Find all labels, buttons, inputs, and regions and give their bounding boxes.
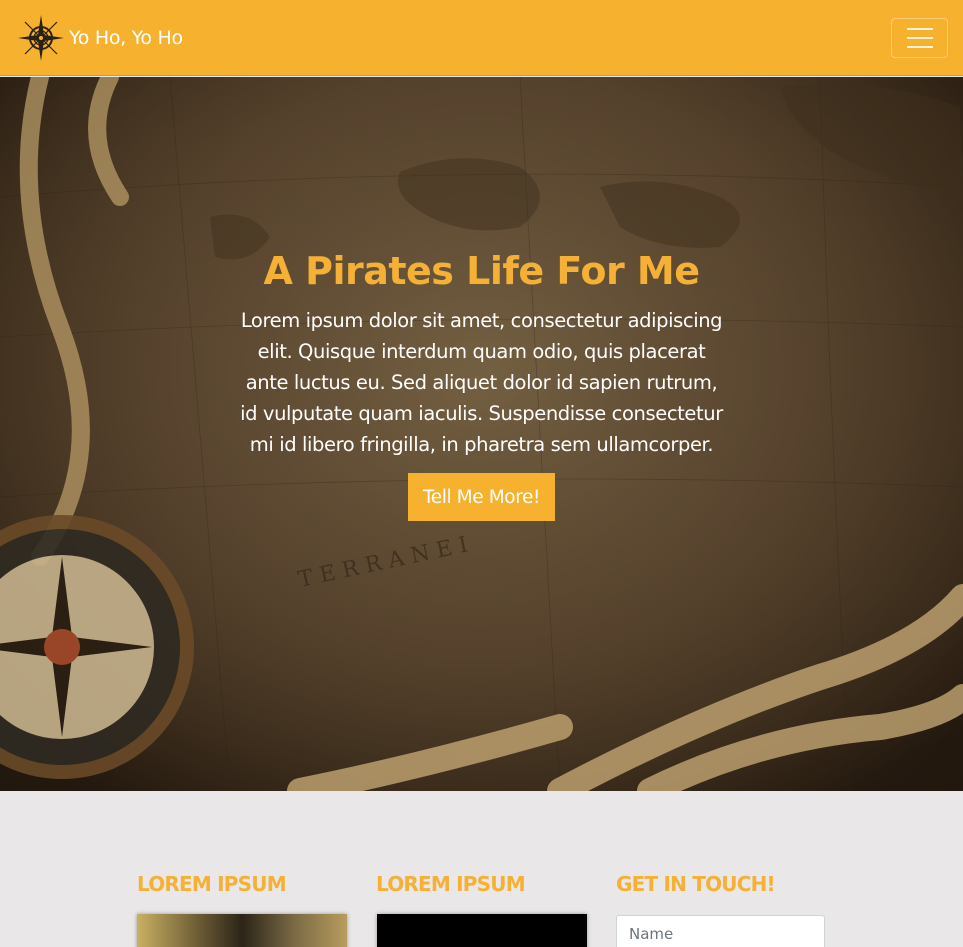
navbar: Yo Ho, Yo Ho xyxy=(0,0,963,76)
content-section: LOREM IPSUM LOREM IPSUM GET IN TOUCH! xyxy=(0,791,963,947)
brand-text: Yo Ho, Yo Ho xyxy=(69,27,183,49)
hero-title: A Pirates Life For Me xyxy=(263,249,700,293)
column-1-heading: LOREM IPSUM xyxy=(137,872,287,896)
compass-rose-icon xyxy=(18,15,64,61)
brand-link[interactable]: Yo Ho, Yo Ho xyxy=(15,12,183,64)
hero-description: Lorem ipsum dolor sit amet, consectetur … xyxy=(240,309,723,456)
tell-me-more-button[interactable]: Tell Me More! xyxy=(408,473,555,521)
hero-section: T E R R A N E I A Pirates Life For Me Lo… xyxy=(0,77,963,791)
navbar-toggler-button[interactable] xyxy=(891,18,948,58)
name-input[interactable] xyxy=(616,915,825,947)
hamburger-menu-icon xyxy=(906,28,933,48)
column-2-heading: LOREM IPSUM xyxy=(376,872,526,896)
column-2-video[interactable] xyxy=(377,914,587,947)
column-1-image xyxy=(137,914,347,947)
contact-heading: GET IN TOUCH! xyxy=(616,872,776,896)
